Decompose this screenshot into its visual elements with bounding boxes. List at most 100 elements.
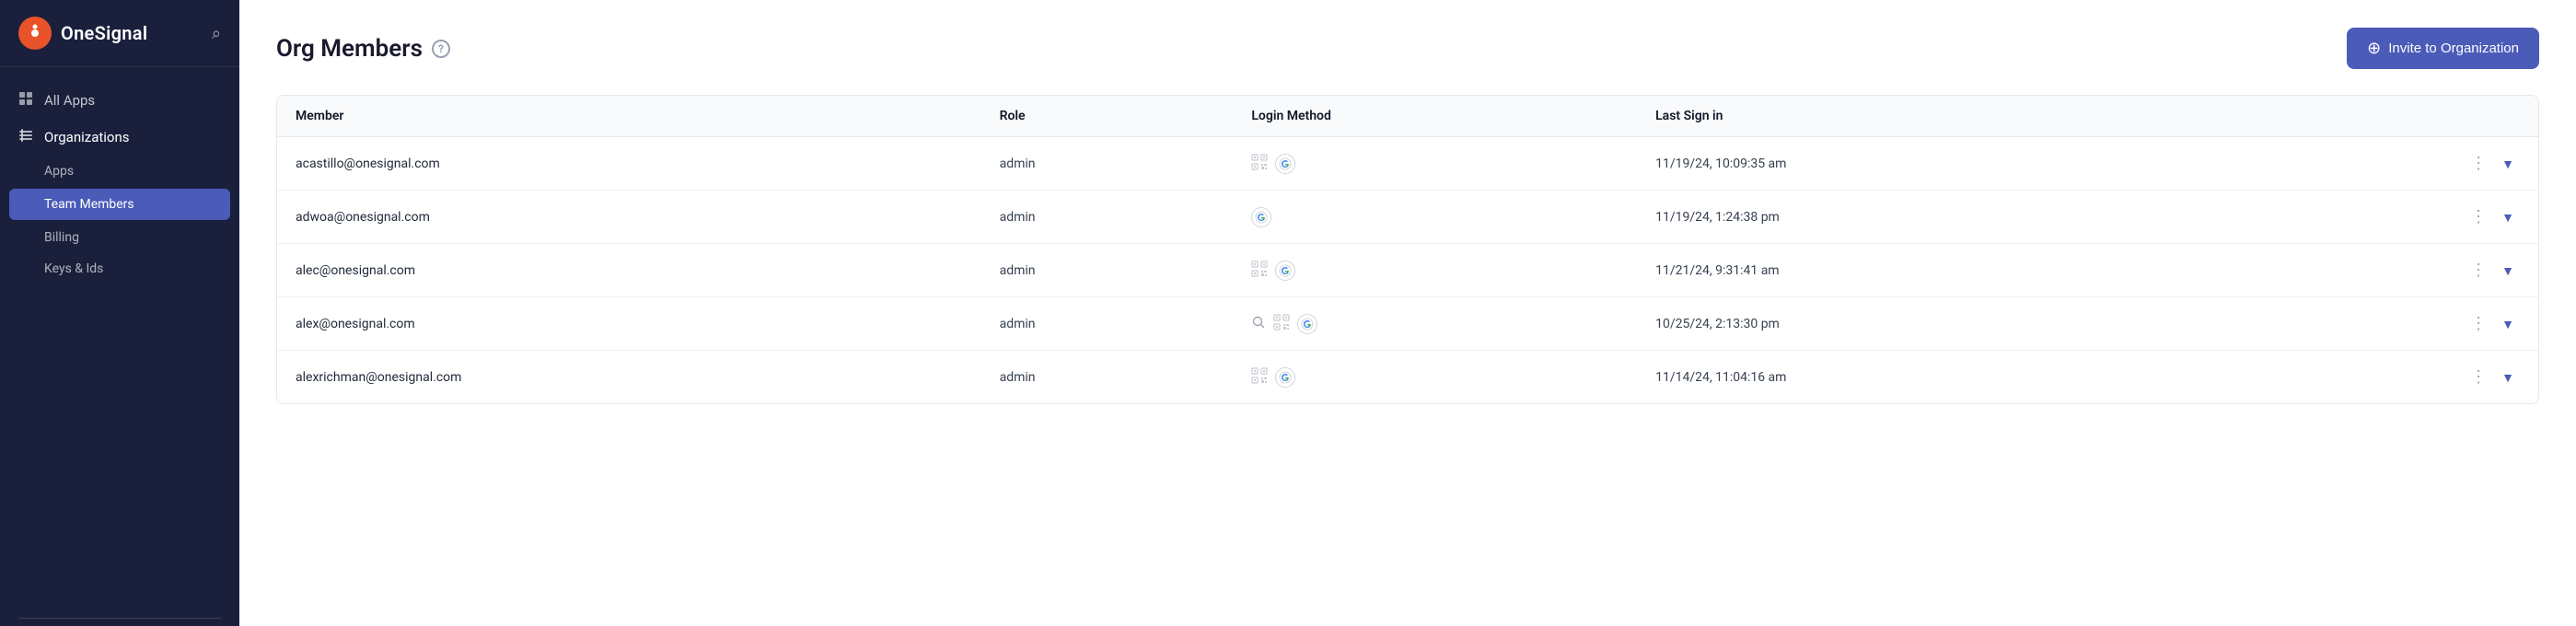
- more-options-button[interactable]: ⋮: [2465, 364, 2492, 390]
- role-cell: admin: [981, 137, 1234, 191]
- table-row: adwoa@onesignal.com admin 11/19/24, 1:24:…: [277, 191, 2538, 244]
- last-signin-value: 11/21/24, 9:31:41 am: [1655, 263, 1779, 278]
- invite-button-label: Invite to Organization: [2388, 41, 2519, 56]
- actions-cell: ⋮▼: [2220, 351, 2538, 404]
- actions-cell: ⋮▼: [2220, 297, 2538, 351]
- actions-cell: ⋮▼: [2220, 191, 2538, 244]
- login-method-cell: [1233, 297, 1637, 351]
- table-row: alex@onesignal.com admin 10/25/24, 2:13:3…: [277, 297, 2538, 351]
- logo-icon: [18, 17, 52, 50]
- col-member: Member: [277, 96, 981, 137]
- sidebar-item-label-all-apps: All Apps: [44, 92, 95, 109]
- role-cell: admin: [981, 297, 1234, 351]
- members-table: Member Role Login Method Last Sign in ac…: [277, 96, 2538, 403]
- organizations-icon: [18, 128, 33, 146]
- member-email: alex@onesignal.com: [296, 317, 415, 331]
- role-cell: admin: [981, 191, 1234, 244]
- member-email-cell: alexrichman@onesignal.com: [277, 351, 981, 404]
- table-row: alexrichman@onesignal.com admin 11/14/24,…: [277, 351, 2538, 404]
- last-signin-cell: 10/25/24, 2:13:30 pm: [1637, 297, 2220, 351]
- plus-icon: ⊕: [2367, 39, 2381, 58]
- qr-icon: [1251, 154, 1268, 174]
- sidebar-item-label-team-members: Team Members: [44, 197, 134, 212]
- password-icon: [1251, 315, 1266, 333]
- sidebar-item-apps[interactable]: Apps: [0, 156, 239, 187]
- last-signin-cell: 11/21/24, 9:31:41 am: [1637, 244, 2220, 297]
- member-email-cell: adwoa@onesignal.com: [277, 191, 981, 244]
- table-row: alec@onesignal.com admin 11/21/24, 9:31:4…: [277, 244, 2538, 297]
- role-cell: admin: [981, 244, 1234, 297]
- google-icon: [1275, 367, 1295, 388]
- members-table-container: Member Role Login Method Last Sign in ac…: [276, 95, 2539, 404]
- more-options-button[interactable]: ⋮: [2465, 257, 2492, 284]
- sidebar-item-label-apps: Apps: [44, 164, 74, 179]
- last-signin-cell: 11/14/24, 11:04:16 am: [1637, 351, 2220, 404]
- role-badge: admin: [1000, 370, 1036, 385]
- actions-cell: ⋮▼: [2220, 244, 2538, 297]
- more-options-button[interactable]: ⋮: [2465, 203, 2492, 230]
- invite-button[interactable]: ⊕ Invite to Organization: [2347, 28, 2539, 69]
- sidebar-item-team-members[interactable]: Team Members: [9, 189, 230, 220]
- member-email: alexrichman@onesignal.com: [296, 370, 461, 385]
- member-email-cell: alec@onesignal.com: [277, 244, 981, 297]
- sidebar-item-label-organizations: Organizations: [44, 129, 130, 145]
- col-login-method: Login Method: [1233, 96, 1637, 137]
- google-icon: [1297, 314, 1317, 334]
- expand-button[interactable]: ▼: [2496, 313, 2520, 335]
- expand-button[interactable]: ▼: [2496, 206, 2520, 228]
- member-email-cell: acastillo@onesignal.com: [277, 137, 981, 191]
- col-role: Role: [981, 96, 1234, 137]
- sidebar-item-all-apps[interactable]: All Apps: [0, 82, 239, 119]
- table-header-row: Member Role Login Method Last Sign in: [277, 96, 2538, 137]
- member-email: alec@onesignal.com: [296, 263, 415, 278]
- qr-icon: [1251, 261, 1268, 281]
- sidebar-header: OneSignal ⌕: [0, 0, 239, 67]
- role-badge: admin: [1000, 317, 1036, 331]
- sidebar: OneSignal ⌕ All Apps: [0, 0, 239, 626]
- role-badge: admin: [1000, 210, 1036, 225]
- last-signin-value: 11/19/24, 1:24:38 pm: [1655, 210, 1780, 225]
- help-icon[interactable]: ?: [432, 40, 450, 58]
- sidebar-divider: [18, 618, 221, 619]
- member-email: acastillo@onesignal.com: [296, 156, 440, 171]
- last-signin-value: 11/19/24, 10:09:35 am: [1655, 156, 1786, 171]
- logo[interactable]: OneSignal: [18, 17, 147, 50]
- google-icon: [1251, 207, 1271, 227]
- sidebar-item-keys-ids[interactable]: Keys & Ids: [0, 253, 239, 284]
- logo-text: OneSignal: [61, 22, 147, 44]
- google-icon: [1275, 154, 1295, 174]
- last-signin-value: 10/25/24, 2:13:30 pm: [1655, 317, 1780, 331]
- main-content: Org Members ? ⊕ Invite to Organization M…: [239, 0, 2576, 626]
- more-options-button[interactable]: ⋮: [2465, 310, 2492, 337]
- sidebar-item-label-billing: Billing: [44, 230, 79, 245]
- page-title: Org Members: [276, 35, 423, 63]
- role-badge: admin: [1000, 263, 1036, 278]
- login-method-cell: [1233, 191, 1637, 244]
- more-options-button[interactable]: ⋮: [2465, 150, 2492, 177]
- table-row: acastillo@onesignal.com admin 11/19/24, 1…: [277, 137, 2538, 191]
- sidebar-item-billing[interactable]: Billing: [0, 222, 239, 253]
- member-email-cell: alex@onesignal.com: [277, 297, 981, 351]
- all-apps-icon: [18, 91, 33, 110]
- expand-button[interactable]: ▼: [2496, 366, 2520, 388]
- qr-icon: [1273, 314, 1290, 334]
- last-signin-cell: 11/19/24, 1:24:38 pm: [1637, 191, 2220, 244]
- last-signin-cell: 11/19/24, 10:09:35 am: [1637, 137, 2220, 191]
- role-badge: admin: [1000, 156, 1036, 171]
- google-icon: [1275, 261, 1295, 281]
- search-icon[interactable]: ⌕: [212, 24, 221, 43]
- col-actions: [2220, 96, 2538, 137]
- sub-nav: Apps Team Members Billing Keys & Ids: [0, 156, 239, 284]
- page-header: Org Members ? ⊕ Invite to Organization: [276, 28, 2539, 69]
- login-method-cell: [1233, 244, 1637, 297]
- sidebar-item-organizations[interactable]: Organizations: [0, 119, 239, 156]
- expand-button[interactable]: ▼: [2496, 260, 2520, 282]
- expand-button[interactable]: ▼: [2496, 153, 2520, 175]
- page-title-row: Org Members ?: [276, 35, 450, 63]
- qr-icon: [1251, 367, 1268, 388]
- sidebar-nav: All Apps Organizations Apps Team Members: [0, 67, 239, 610]
- sidebar-item-label-keys-ids: Keys & Ids: [44, 261, 103, 276]
- actions-cell: ⋮▼: [2220, 137, 2538, 191]
- login-method-cell: [1233, 351, 1637, 404]
- col-last-signin: Last Sign in: [1637, 96, 2220, 137]
